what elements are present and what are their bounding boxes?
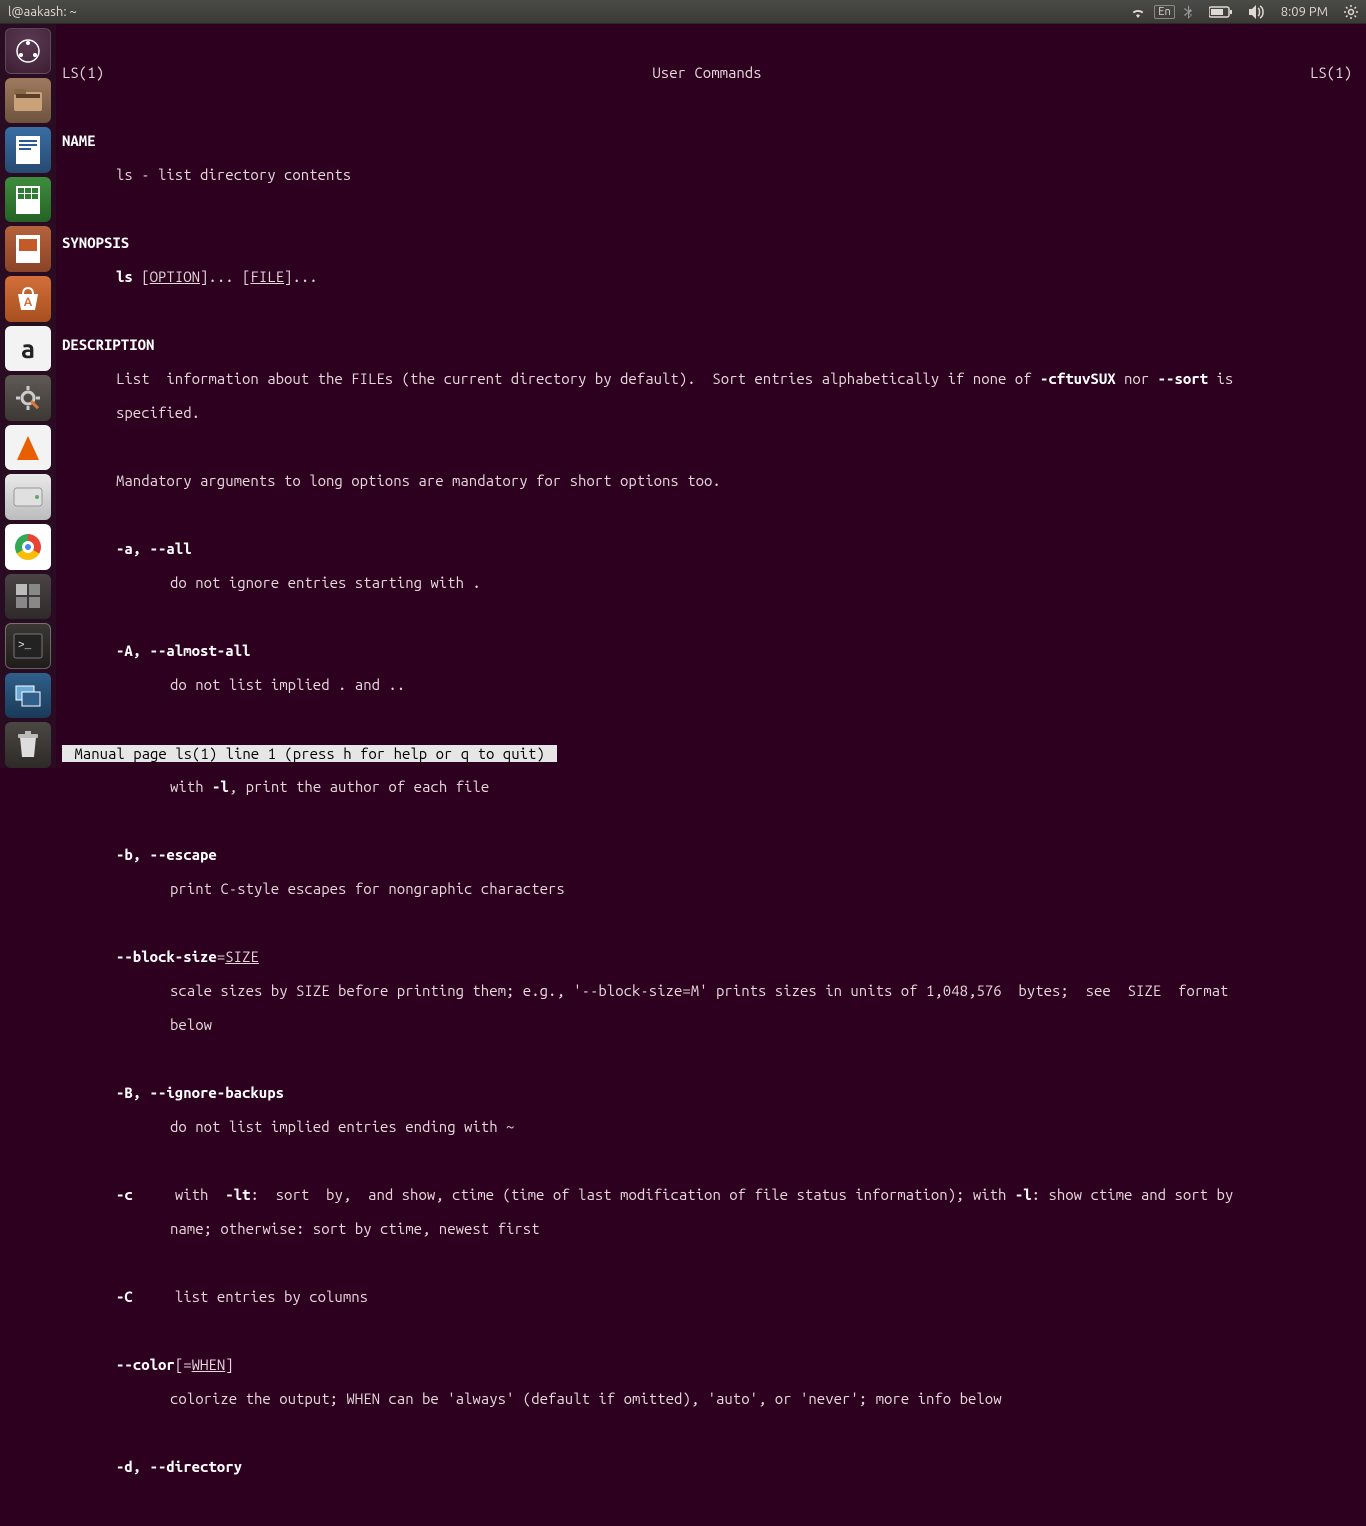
top-panel: l@aakash: ~ En 8:09 PM [0, 0, 1366, 24]
launcher-software-icon[interactable]: A [5, 276, 51, 322]
opt-c: -c [116, 1186, 133, 1203]
man-header-right: LS(1) [1310, 64, 1366, 81]
launcher-disk-icon[interactable] [5, 474, 51, 520]
opt-capital-c: -C [116, 1288, 133, 1305]
launcher-settings-icon[interactable] [5, 375, 51, 421]
man-page-content: LS(1)User CommandsLS(1) NAME ls - list d… [56, 41, 1366, 1492]
launcher-amazon-icon[interactable]: a [5, 326, 51, 372]
launcher-vlc-icon[interactable] [5, 425, 51, 471]
section-description: DESCRIPTION [62, 336, 1366, 353]
launcher-trash-icon[interactable] [5, 722, 51, 768]
svg-text:A: A [24, 296, 33, 309]
synopsis-file: FILE [250, 268, 284, 285]
launcher-screenshot-icon[interactable] [5, 673, 51, 719]
man-header-left: LS(1) [62, 64, 104, 81]
launcher-writer-icon[interactable] [5, 127, 51, 173]
name-body: ls - list directory contents [62, 166, 1366, 183]
launcher-files-icon[interactable] [5, 78, 51, 124]
wifi-icon[interactable] [1122, 6, 1154, 18]
launcher-workspaces-icon[interactable] [5, 574, 51, 620]
volume-icon[interactable] [1241, 5, 1273, 19]
desc-mandatory: Mandatory arguments to long options are … [62, 472, 1366, 489]
launcher-dash-icon[interactable] [5, 28, 51, 74]
battery-icon[interactable] [1201, 6, 1241, 18]
opt-color: --color [116, 1356, 175, 1373]
opt-b: -b, --escape [62, 846, 1366, 863]
launcher-terminal-icon[interactable]: >_ [5, 623, 51, 669]
gear-icon[interactable] [1336, 5, 1366, 19]
man-status-bar: Manual page ls(1) line 1 (press h for he… [62, 745, 557, 762]
opt-a: -a, --all [62, 540, 1366, 557]
synopsis-option: OPTION [150, 268, 200, 285]
bluetooth-icon[interactable] [1175, 5, 1201, 19]
launcher-impress-icon[interactable] [5, 226, 51, 272]
section-name: NAME [62, 132, 1366, 149]
opt-capital-b: -B, --ignore-backups [62, 1084, 1366, 1101]
lang-indicator[interactable]: En [1154, 5, 1174, 19]
opt-capital-a: -A, --almost-all [62, 642, 1366, 659]
svg-text:>_: >_ [18, 640, 32, 652]
launcher-chrome-icon[interactable] [5, 524, 51, 570]
synopsis-cmd: ls [116, 268, 133, 285]
opt-d: -d, --directory [62, 1458, 1366, 1475]
terminal-window[interactable]: LS(1)User CommandsLS(1) NAME ls - list d… [56, 24, 1366, 768]
opt-block-size: --block-size [116, 948, 217, 965]
launcher-calc-icon[interactable] [5, 177, 51, 223]
unity-launcher: A a >_ [0, 24, 56, 768]
section-synopsis: SYNOPSIS [62, 234, 1366, 251]
clock[interactable]: 8:09 PM [1273, 5, 1336, 19]
man-header-center: User Commands [104, 64, 1310, 81]
window-title: l@aakash: ~ [0, 5, 77, 19]
